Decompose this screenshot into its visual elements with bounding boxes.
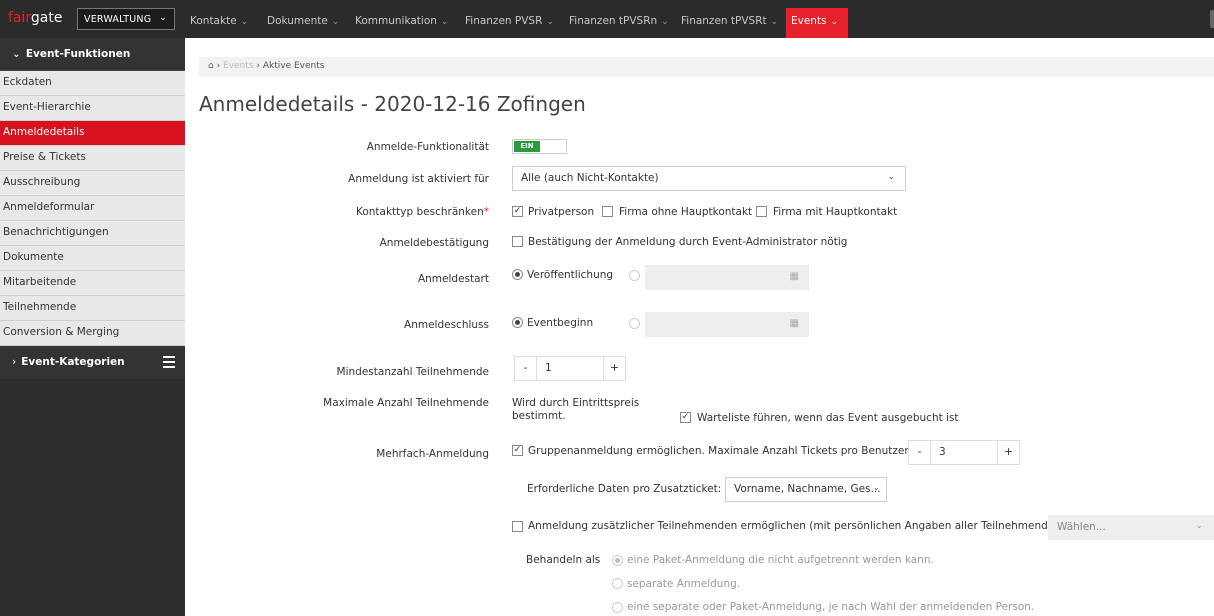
nav-kommunikation[interactable]: Kommunikation ⌄ [350, 8, 453, 38]
anmeldestart-date-radio[interactable] [629, 270, 640, 281]
erforderliche-daten-select[interactable]: Vorname, Nachname, Ges... ⌄ [725, 477, 887, 502]
breadcrumb: ⌂ › Events › Aktive Events [199, 57, 1214, 77]
bestaetigung-checkbox[interactable] [512, 236, 523, 247]
bestaetigung-label: Bestätigung der Anmeldung durch Event-Ad… [528, 236, 848, 248]
sidebar-item-eckdaten[interactable]: Eckdaten [0, 71, 185, 96]
anmeldeschluss-eventbeginn-radio[interactable] [512, 317, 523, 328]
sidebar-section-event-funktionen[interactable]: ⌄ Event-Funktionen [0, 38, 185, 71]
sidebar-item-ausschreibung[interactable]: Ausschreibung [0, 171, 185, 196]
chevron-down-icon: ⌄ [830, 17, 839, 27]
label-maximale-anzahl: Maximale Anzahl Teilnehmende [323, 397, 489, 409]
chevron-right-icon: › [12, 356, 17, 368]
tickets-value[interactable]: 3 [939, 446, 946, 458]
maximale-anzahl-text-line2: bestimmt. [512, 410, 566, 422]
sidebar-item-conversion-merging[interactable]: Conversion & Merging [0, 321, 185, 346]
chevron-down-icon: ⌄ [1195, 521, 1203, 531]
anmeldeschluss-date-radio[interactable] [629, 318, 640, 329]
sidebar-item-preise-tickets[interactable]: Preise & Tickets [0, 146, 185, 171]
privatperson-label: Privatperson [528, 206, 595, 218]
chevron-down-icon: ⌄ [331, 17, 340, 27]
tickets-stepper: - 3 + [908, 440, 1020, 465]
behandeln-wahl-radio[interactable] [612, 602, 623, 613]
chevron-down-icon: ⌄ [770, 17, 779, 27]
anmeldeschluss-date-input[interactable]: ▦ [645, 312, 809, 337]
label-anmeldeschluss: Anmeldeschluss [404, 319, 489, 331]
sidebar-item-mitarbeitende[interactable]: Mitarbeitende [0, 271, 185, 296]
label-anmelde-funktionalitaet: Anmelde-Funktionalität [366, 141, 489, 153]
label-mindestanzahl: Mindestanzahl Teilnehmende [336, 366, 489, 378]
sidebar-item-dokumente[interactable]: Dokumente [0, 246, 185, 271]
firma-ohne-hauptkontakt-label: Firma ohne Hauptkontakt [619, 206, 753, 218]
increment-button[interactable]: + [603, 357, 625, 380]
top-navigation-bar: fairgate VERWALTUNG ⌄ Kontakte ⌄ Dokumente… [0, 0, 1214, 38]
label-anmeldung-aktiviert: Anmeldung ist aktiviert für [348, 173, 489, 185]
label-anmeldestart: Anmeldestart [417, 273, 489, 285]
maximale-anzahl-text-line1: Wird durch Eintrittspreis [512, 397, 640, 409]
sidebar-item-anmeldedetails[interactable]: Anmeldedetails [0, 121, 185, 146]
anmeldestart-veroeffentlichung-label: Veröffentlichung [527, 269, 614, 281]
nav-finanzen-tpvsrt[interactable]: Finanzen tPVSRt ⌄ [676, 8, 783, 38]
anmeldung-aktiviert-select[interactable]: Alle (auch Nicht-Kontakte) ⌄ [512, 166, 906, 191]
behandeln-wahl-label: eine separate oder Paket-Anmeldung, je n… [627, 601, 1035, 613]
behandeln-als-label: Behandeln als [526, 554, 601, 566]
chevron-down-icon: ⌄ [240, 17, 249, 27]
home-icon[interactable]: ⌂ [208, 61, 214, 71]
fairgate-logo[interactable]: fairgate [8, 10, 63, 26]
sidebar-item-event-hierarchie[interactable]: Event-Hierarchie [0, 96, 185, 121]
mindestanzahl-value[interactable]: 1 [545, 362, 552, 374]
org-selector-dropdown[interactable]: VERWALTUNG ⌄ [77, 8, 175, 30]
hamburger-menu-icon[interactable] [163, 356, 175, 371]
privatperson-checkbox[interactable]: ✓ [512, 206, 523, 217]
warteliste-label: Warteliste führen, wenn das Event ausgeb… [697, 412, 959, 424]
behandeln-separate-radio[interactable] [612, 578, 623, 589]
anmelde-funktionalitaet-toggle[interactable]: EIN [512, 139, 567, 154]
firma-mit-hauptkontakt-checkbox[interactable] [756, 206, 767, 217]
behandeln-separate-label: separate Anmeldung. [627, 578, 741, 590]
calendar-icon[interactable]: ▦ [790, 271, 799, 282]
breadcrumb-events[interactable]: Events [223, 61, 253, 71]
label-kontakttyp: Kontakttyp beschränken* [355, 206, 489, 218]
behandeln-paket-radio[interactable] [612, 555, 623, 566]
chevron-down-icon: ⌄ [12, 48, 21, 60]
waehlen-select[interactable]: Wählen... ⌄ [1048, 515, 1214, 540]
chevron-down-icon: ⌄ [872, 483, 880, 493]
label-mehrfach-anmeldung: Mehrfach-Anmeldung [376, 448, 489, 460]
chevron-down-icon: ⌄ [887, 172, 895, 182]
breadcrumb-current: Aktive Events [262, 61, 325, 71]
user-menu-edge[interactable] [1210, 10, 1214, 28]
chevron-down-icon: ⌄ [440, 17, 449, 27]
anmeldestart-date-input[interactable]: ▦ [645, 265, 809, 290]
sidebar-section-event-kategorien[interactable]: › Event-Kategorien [0, 346, 185, 379]
chevron-down-icon: ⌄ [159, 13, 167, 23]
page-title: Anmeldedetails - 2020-12-16 Zofingen [199, 92, 586, 116]
nav-finanzen-tpvsrn[interactable]: Finanzen tPVSRn ⌄ [564, 8, 674, 38]
gruppenanmeldung-label: Gruppenanmeldung ermöglichen. Maximale A… [528, 445, 912, 457]
increment-button[interactable]: + [997, 441, 1019, 464]
firma-ohne-hauptkontakt-checkbox[interactable] [602, 206, 613, 217]
erforderliche-daten-label: Erforderliche Daten pro Zusatzticket: [527, 483, 722, 495]
sidebar-item-benachrichtigungen[interactable]: Benachrichtigungen [0, 221, 185, 246]
chevron-down-icon: ⌄ [661, 17, 669, 27]
chevron-down-icon: ⌄ [546, 17, 554, 27]
mindestanzahl-stepper: - 1 + [514, 356, 626, 381]
behandeln-paket-label: eine Paket-Anmeldung die nicht aufgetren… [627, 554, 934, 566]
zusaetzliche-teilnehmende-checkbox[interactable] [512, 521, 523, 532]
decrement-button[interactable]: - [515, 357, 537, 380]
anmeldestart-veroeffentlichung-radio[interactable] [512, 269, 523, 280]
nav-events[interactable]: Events ⌄ [786, 8, 848, 38]
sidebar-item-anmeldeformular[interactable]: Anmeldeformular [0, 196, 185, 221]
nav-dokumente[interactable]: Dokumente ⌄ [262, 8, 344, 38]
sidebar-item-teilnehmende[interactable]: Teilnehmende [0, 296, 185, 321]
firma-mit-hauptkontakt-label: Firma mit Hauptkontakt [773, 206, 898, 218]
calendar-icon[interactable]: ▦ [790, 318, 799, 329]
gruppenanmeldung-checkbox[interactable]: ✓ [512, 445, 523, 456]
nav-finanzen-pvsr[interactable]: Finanzen PVSR ⌄ [460, 8, 559, 38]
anmeldeschluss-eventbeginn-label: Eventbeginn [527, 317, 594, 329]
nav-kontakte[interactable]: Kontakte ⌄ [185, 8, 253, 38]
decrement-button[interactable]: - [909, 441, 931, 464]
label-anmeldebestaetigung: Anmeldebestätigung [379, 237, 489, 249]
sidebar: ⌄ Event-Funktionen Eckdaten Event-Hierarc… [0, 38, 185, 616]
warteliste-checkbox[interactable]: ✓ [680, 412, 691, 423]
zusaetzliche-teilnehmende-label: Anmeldung zusätzlicher Teilnehmenden erm… [528, 520, 1066, 532]
